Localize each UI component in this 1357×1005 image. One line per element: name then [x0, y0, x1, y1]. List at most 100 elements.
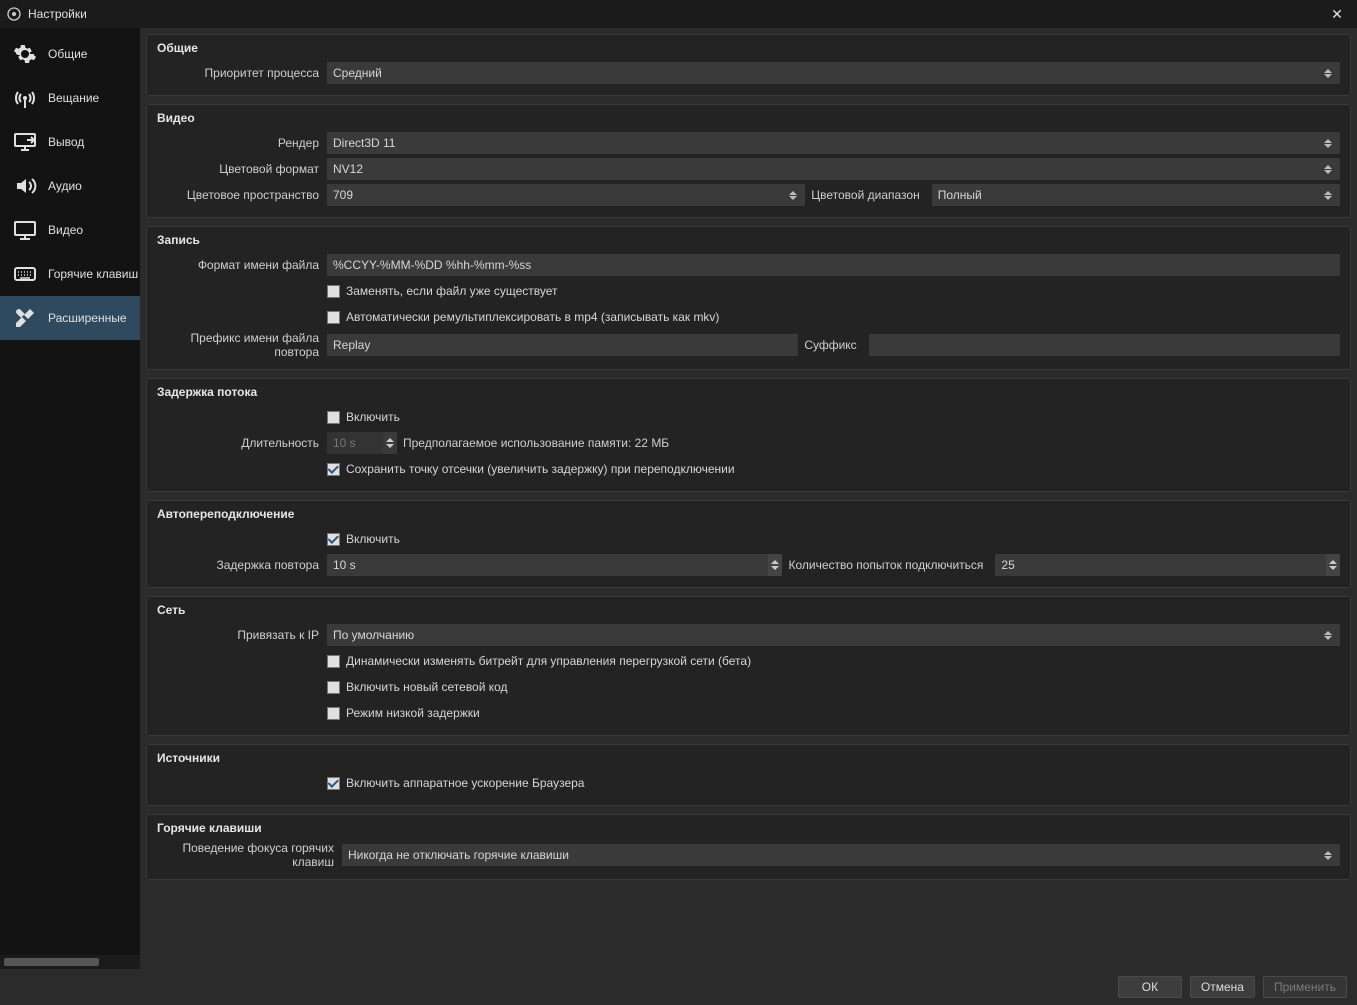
checkbox-icon: [327, 655, 340, 668]
chevron-updown-icon: [1322, 186, 1334, 204]
gear-icon: [12, 41, 38, 67]
group-title: Автопереподключение: [157, 507, 1340, 521]
color-range-label: Цветовой диапазон: [811, 188, 925, 202]
stream-delay-enable-checkbox[interactable]: Включить: [327, 410, 400, 424]
renderer-label: Рендер: [157, 136, 327, 150]
chevron-updown-icon: [1322, 160, 1334, 178]
checkbox-icon: [327, 681, 340, 694]
checkbox-icon: [327, 777, 340, 790]
reconnect-enable-checkbox[interactable]: Включить: [327, 532, 400, 546]
filename-format-label: Формат имени файла: [157, 258, 327, 272]
speaker-icon: [12, 173, 38, 199]
checkbox-icon: [327, 311, 340, 324]
group-video: Видео Рендер Direct3D 11 Цветовой формат…: [146, 104, 1351, 218]
hotkey-focus-dropdown[interactable]: Никогда не отключать горячие клавиши: [342, 844, 1340, 866]
process-priority-label: Приоритет процесса: [157, 66, 327, 80]
apply-button[interactable]: Применить: [1263, 976, 1347, 998]
antenna-icon: [12, 85, 38, 111]
memory-hint-label: Предполагаемое использование памяти: 22 …: [403, 436, 675, 450]
checkbox-icon: [327, 533, 340, 546]
stream-delay-duration-spinner[interactable]: 10 s: [327, 432, 397, 454]
group-hotkeys: Горячие клавиши Поведение фокуса горячих…: [146, 814, 1351, 880]
group-general: Общие Приоритет процесса Средний: [146, 34, 1351, 96]
dynamic-bitrate-checkbox[interactable]: Динамически изменять битрейт для управле…: [327, 654, 751, 668]
sidebar-item-label: Аудио: [48, 179, 82, 193]
group-network: Сеть Привязать к IP По умолчанию Динамич…: [146, 596, 1351, 736]
sidebar-h-scrollbar[interactable]: [0, 955, 140, 969]
browser-hw-accel-checkbox[interactable]: Включить аппаратное ускорение Браузера: [327, 776, 584, 790]
monitor-icon: [12, 217, 38, 243]
filename-format-input[interactable]: %CCYY-%MM-%DD %hh-%mm-%ss: [327, 254, 1340, 276]
group-title: Общие: [157, 41, 1340, 55]
group-reconnect: Автопереподключение Включить Задержка по…: [146, 500, 1351, 588]
ok-button[interactable]: ОК: [1118, 976, 1182, 998]
sidebar-item-advanced[interactable]: Расширенные: [0, 296, 140, 340]
sidebar-item-label: Видео: [48, 223, 83, 237]
checkbox-icon: [327, 411, 340, 424]
reconnect-delay-spinner[interactable]: 10 s: [327, 554, 782, 576]
checkbox-icon: [327, 285, 340, 298]
max-retries-label: Количество попыток подключиться: [788, 558, 989, 572]
bind-ip-dropdown[interactable]: По умолчанию: [327, 624, 1340, 646]
low-latency-checkbox[interactable]: Режим низкой задержки: [327, 706, 480, 720]
group-title: Сеть: [157, 603, 1340, 617]
close-button[interactable]: ✕: [1323, 6, 1351, 23]
max-retries-spinner[interactable]: 25: [995, 554, 1340, 576]
tools-icon: [12, 305, 38, 331]
group-title: Источники: [157, 751, 1340, 765]
group-title: Задержка потока: [157, 385, 1340, 399]
titlebar: Настройки ✕: [0, 0, 1357, 28]
group-sources: Источники Включить аппаратное ускорение …: [146, 744, 1351, 806]
chevron-updown-icon: [1322, 64, 1334, 82]
replay-prefix-input[interactable]: Replay: [327, 334, 798, 356]
sidebar-item-general[interactable]: Общие: [0, 32, 140, 76]
sidebar-item-label: Расширенные: [48, 311, 127, 325]
renderer-dropdown[interactable]: Direct3D 11: [327, 132, 1340, 154]
color-format-label: Цветовой формат: [157, 162, 327, 176]
spinner-arrows-icon: [1326, 554, 1340, 576]
chevron-updown-icon: [1322, 134, 1334, 152]
replay-suffix-input[interactable]: [869, 334, 1340, 356]
settings-sidebar: Общие Вещание Вывод Аудио Видео Горячие …: [0, 28, 140, 969]
group-title: Видео: [157, 111, 1340, 125]
sidebar-item-stream[interactable]: Вещание: [0, 76, 140, 120]
spinner-arrows-icon: [768, 554, 782, 576]
overwrite-checkbox[interactable]: Заменять, если файл уже существует: [327, 284, 558, 298]
color-space-label: Цветовое пространство: [157, 188, 327, 202]
group-stream-delay: Задержка потока Включить Длительность 10…: [146, 378, 1351, 492]
sidebar-item-audio[interactable]: Аудио: [0, 164, 140, 208]
sidebar-item-label: Общие: [48, 47, 87, 61]
footer-buttons: ОК Отмена Применить: [0, 969, 1357, 1005]
sidebar-item-output[interactable]: Вывод: [0, 120, 140, 164]
settings-content: Общие Приоритет процесса Средний Видео Р…: [140, 28, 1357, 969]
color-format-dropdown[interactable]: NV12: [327, 158, 1340, 180]
group-recording: Запись Формат имени файла %CCYY-%MM-%DD …: [146, 226, 1351, 370]
remux-mp4-checkbox[interactable]: Автоматически ремультиплексировать в mp4…: [327, 310, 719, 324]
chevron-updown-icon: [787, 186, 799, 204]
preserve-cutoff-checkbox[interactable]: Сохранить точку отсечки (увеличить задер…: [327, 462, 735, 476]
hotkey-focus-label: Поведение фокуса горячих клавиш: [157, 841, 342, 869]
process-priority-dropdown[interactable]: Средний: [327, 62, 1340, 84]
stream-delay-duration-label: Длительность: [157, 436, 327, 450]
chevron-updown-icon: [1322, 846, 1334, 864]
sidebar-item-label: Вещание: [48, 91, 99, 105]
checkbox-icon: [327, 707, 340, 720]
window-title: Настройки: [28, 7, 87, 21]
sidebar-item-hotkeys[interactable]: Горячие клавиш: [0, 252, 140, 296]
keyboard-icon: [12, 261, 38, 287]
reconnect-delay-label: Задержка повтора: [157, 558, 327, 572]
replay-suffix-label: Суффикс: [804, 338, 862, 352]
color-space-dropdown[interactable]: 709: [327, 184, 805, 206]
sidebar-item-label: Горячие клавиш: [48, 267, 138, 281]
cancel-button[interactable]: Отмена: [1190, 976, 1255, 998]
new-network-code-checkbox[interactable]: Включить новый сетевой код: [327, 680, 508, 694]
replay-prefix-label: Префикс имени файла повтора: [157, 331, 327, 359]
color-range-dropdown[interactable]: Полный: [932, 184, 1340, 206]
group-title: Горячие клавиши: [157, 821, 1340, 835]
chevron-updown-icon: [1322, 626, 1334, 644]
spinner-arrows-icon: [383, 432, 397, 454]
sidebar-item-label: Вывод: [48, 135, 84, 149]
sidebar-item-video[interactable]: Видео: [0, 208, 140, 252]
checkbox-icon: [327, 463, 340, 476]
monitor-arrow-icon: [12, 129, 38, 155]
